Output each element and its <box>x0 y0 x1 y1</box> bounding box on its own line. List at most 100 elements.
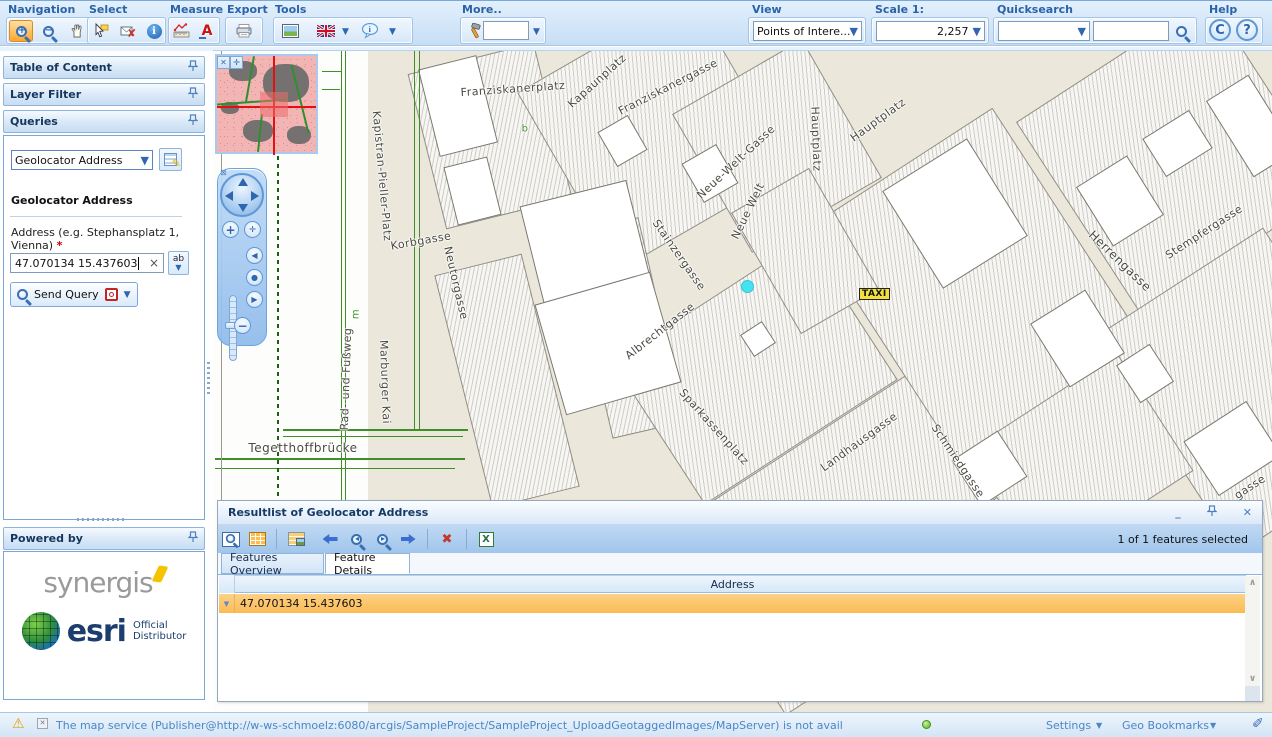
pin-icon[interactable] <box>188 114 198 129</box>
next-feature-button[interactable] <box>395 528 421 550</box>
pin-icon[interactable] <box>188 531 198 546</box>
pan-compass[interactable] <box>220 173 264 217</box>
table-row-selected[interactable]: ▼ 47.070134 15.437603 <box>219 594 1246 613</box>
zoom-out-button[interactable]: − <box>36 20 60 42</box>
zoom-to-selection-button[interactable] <box>218 528 244 550</box>
pin-icon[interactable] <box>1207 505 1217 520</box>
zoom-next-button[interactable]: ▸ <box>369 528 395 550</box>
settings-caret-icon[interactable]: ▼ <box>1096 721 1102 730</box>
quicksearch-input[interactable] <box>1093 21 1169 41</box>
pan-south-icon[interactable] <box>238 204 248 212</box>
table-scrollbar[interactable]: ∧ ∨ <box>1245 576 1260 686</box>
previous-extent-button[interactable]: ◀ <box>246 247 263 264</box>
pan-west-icon[interactable] <box>225 191 233 201</box>
hammer-icon <box>466 23 483 39</box>
minimize-icon[interactable]: _ <box>1175 506 1181 519</box>
help-button[interactable]: ? <box>1236 19 1258 41</box>
language-dropdown-caret[interactable]: ▼ <box>342 27 349 37</box>
table-column-header-address[interactable]: Address <box>219 575 1246 593</box>
pan-hand-icon <box>69 23 85 39</box>
minimap-close-button[interactable]: ✕ <box>217 56 230 69</box>
center-button[interactable]: ● <box>246 269 263 286</box>
navwidget-close-icon[interactable]: ⊠ <box>220 168 227 177</box>
sidebar-panel-layer-filter[interactable]: Layer Filter <box>3 83 205 106</box>
maptip-dropdown-caret[interactable]: ▼ <box>389 27 396 37</box>
show-table-button[interactable] <box>244 528 270 550</box>
clear-selection-button[interactable]: ✘ <box>116 20 140 42</box>
table-with-map-button[interactable] <box>283 528 309 550</box>
export-excel-button[interactable]: X <box>473 528 499 550</box>
minimap-move-button[interactable]: ✛ <box>230 56 243 69</box>
settings-menu[interactable]: Settings <box>1046 719 1091 732</box>
close-icon[interactable]: ✕ <box>1243 506 1252 519</box>
uk-flag-icon <box>317 25 335 37</box>
horizontal-splitter-handle[interactable] <box>77 518 127 521</box>
geocode-result-marker <box>741 280 754 293</box>
search-icon <box>1176 26 1187 37</box>
row-address-value: 47.070134 15.437603 <box>235 597 362 610</box>
map-line <box>283 436 463 437</box>
vertical-splitter-handle[interactable] <box>207 362 210 396</box>
tab-features-overview[interactable]: Features Overview <box>221 553 324 574</box>
full-extent-button[interactable]: ✛ <box>244 221 261 238</box>
pan-east-icon[interactable] <box>251 191 259 201</box>
scroll-down-icon[interactable]: ∨ <box>1245 674 1260 684</box>
measure-button[interactable] <box>170 20 194 42</box>
pan-north-icon[interactable] <box>238 178 248 186</box>
info-icon: i <box>147 24 162 39</box>
quicksearch-select[interactable]: ▼ <box>998 21 1090 41</box>
row-expand-icon[interactable]: ▼ <box>219 594 235 613</box>
view-select[interactable]: Points of Intere... ▼ <box>753 21 862 41</box>
map-navigation-widget: ⊠ + ✛ ◀ ● ▶ − <box>217 168 267 346</box>
sidebar-panel-table-of-content[interactable]: Table of Content <box>3 56 205 79</box>
zoom-previous-button[interactable]: ◂ <box>343 528 369 550</box>
ruler-icon <box>173 23 191 39</box>
clear-input-icon[interactable]: × <box>149 256 159 270</box>
minimap-extent-box[interactable] <box>260 92 288 117</box>
language-button[interactable] <box>314 20 338 42</box>
zoom-in-button[interactable]: + <box>9 20 33 42</box>
maptip-button[interactable]: i <box>358 20 382 42</box>
resultlist-header[interactable]: Resultlist of Geolocator Address _ ✕ <box>218 501 1262 525</box>
more-input[interactable] <box>483 21 529 40</box>
quicksearch-button[interactable] <box>1170 20 1192 42</box>
dismiss-message-icon[interactable]: ✕ <box>37 718 48 729</box>
geo-bookmarks-menu[interactable]: Geo Bookmarks <box>1122 719 1209 732</box>
next-extent-button[interactable]: ▶ <box>246 291 263 308</box>
map-image-button[interactable] <box>278 20 302 42</box>
identify-button[interactable]: i <box>142 20 166 42</box>
zoom-out-widget-button[interactable]: − <box>234 317 251 334</box>
scroll-up-icon[interactable]: ∧ <box>1245 578 1260 588</box>
edit-query-button[interactable]: ✎ <box>159 148 182 171</box>
group-label-tools: Tools <box>275 3 306 16</box>
zoom-in-widget-button[interactable]: + <box>222 221 239 238</box>
autocomplete-button[interactable]: ab ▼ <box>168 251 189 275</box>
select-features-button[interactable] <box>89 20 113 42</box>
sidebar-panel-powered-by[interactable]: Powered by <box>3 527 205 550</box>
geo-bookmarks-caret-icon[interactable]: ▼ <box>1210 721 1216 730</box>
pin-icon[interactable] <box>188 87 198 102</box>
sidebar-panel-queries[interactable]: Queries <box>3 110 205 133</box>
print-button[interactable] <box>232 20 256 42</box>
tab-feature-details[interactable]: Feature Details <box>325 553 410 574</box>
pan-button[interactable] <box>65 20 89 42</box>
group-label-select: Select <box>89 3 127 16</box>
copyright-button[interactable]: C <box>1209 19 1231 41</box>
more-dropdown-caret[interactable]: ▼ <box>533 27 540 37</box>
send-query-dropdown-caret[interactable]: ▼ <box>124 290 131 300</box>
pin-icon[interactable] <box>188 60 198 75</box>
remove-selection-button[interactable]: ✖ <box>434 528 460 550</box>
previous-feature-button[interactable] <box>317 528 343 550</box>
map-line <box>322 89 340 90</box>
add-text-button[interactable]: A <box>195 20 219 42</box>
send-query-button[interactable]: Send Query ▼ <box>10 282 138 307</box>
address-input[interactable]: 47.070134 15.437603 × <box>10 253 164 273</box>
query-select[interactable]: Geolocator Address ▼ <box>11 150 153 170</box>
group-export <box>225 17 263 44</box>
double-down-arrow-icon: ▼ <box>169 264 188 272</box>
toolbar-separator <box>276 529 277 549</box>
scale-select[interactable]: 2,257 ▼ <box>876 21 985 41</box>
view-select-value: Points of Intere... <box>757 25 850 38</box>
redlining-pen-icon[interactable]: ✐ <box>1252 716 1264 732</box>
overview-map[interactable]: ✕ ✛ <box>215 54 318 154</box>
